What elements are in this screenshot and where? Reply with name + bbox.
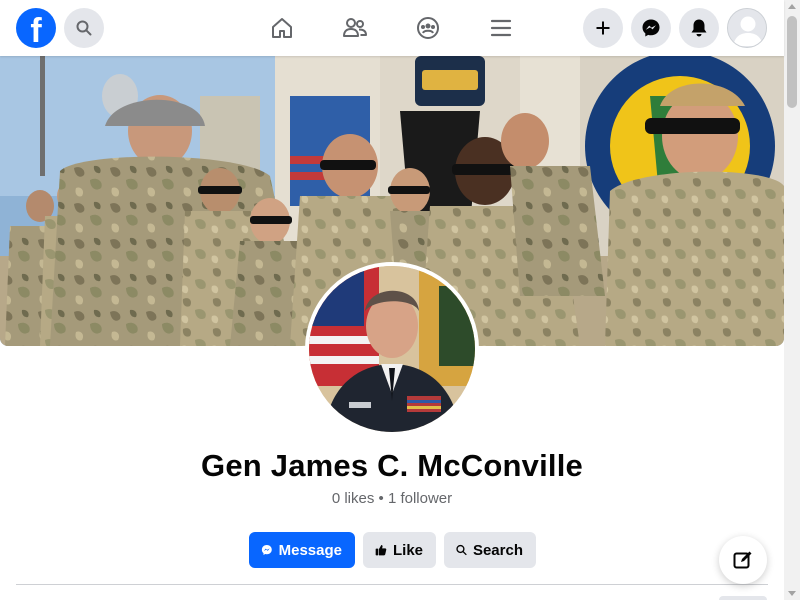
facebook-logo[interactable]: f [16,8,56,48]
bell-icon [691,19,707,37]
top-nav-bar: f [0,0,784,56]
search-button-label: Search [472,541,523,559]
like-button[interactable]: Like [363,532,436,568]
messenger-icon [261,545,272,555]
menu-icon [490,19,512,37]
message-button-label: Message [278,541,342,559]
search-icon [456,544,467,556]
home-nav[interactable] [266,12,298,44]
page-title: Gen James C. McConville [201,448,583,483]
messenger-icon [642,19,660,37]
like-button-label: Like [392,541,423,559]
plus-icon [596,21,610,35]
friends-nav[interactable] [339,12,371,44]
thumbs-up-icon [375,545,387,556]
search-page-button[interactable]: Search [444,532,536,568]
friends-icon [343,18,367,37]
section-divider [16,584,768,585]
bottom-chip [719,596,767,600]
groups-nav[interactable] [412,12,444,44]
create-button[interactable] [583,8,623,48]
search-button[interactable] [64,8,104,48]
avatar [728,9,766,47]
groups-icon [417,17,439,39]
scroll-thumb[interactable] [787,16,797,108]
scroll-down-arrow[interactable] [788,591,796,596]
profile-picture[interactable] [305,262,479,436]
page-scrollbar[interactable] [784,0,800,600]
search-icon [76,20,92,36]
account-avatar[interactable] [727,8,767,48]
messenger-button[interactable] [631,8,671,48]
home-icon [272,18,292,38]
message-button[interactable]: Message [249,532,355,568]
facebook-logo-letter: f [30,12,42,48]
compose-icon [733,551,752,569]
likes-followers-count[interactable]: 0 likes • 1 follower [0,490,784,507]
scroll-up-arrow[interactable] [788,4,796,9]
profile-photo-image [309,266,475,432]
profile-actions: Message Like Search [249,532,536,568]
new-message-button[interactable] [719,536,767,584]
notifications-button[interactable] [679,8,719,48]
menu-nav[interactable] [485,12,517,44]
